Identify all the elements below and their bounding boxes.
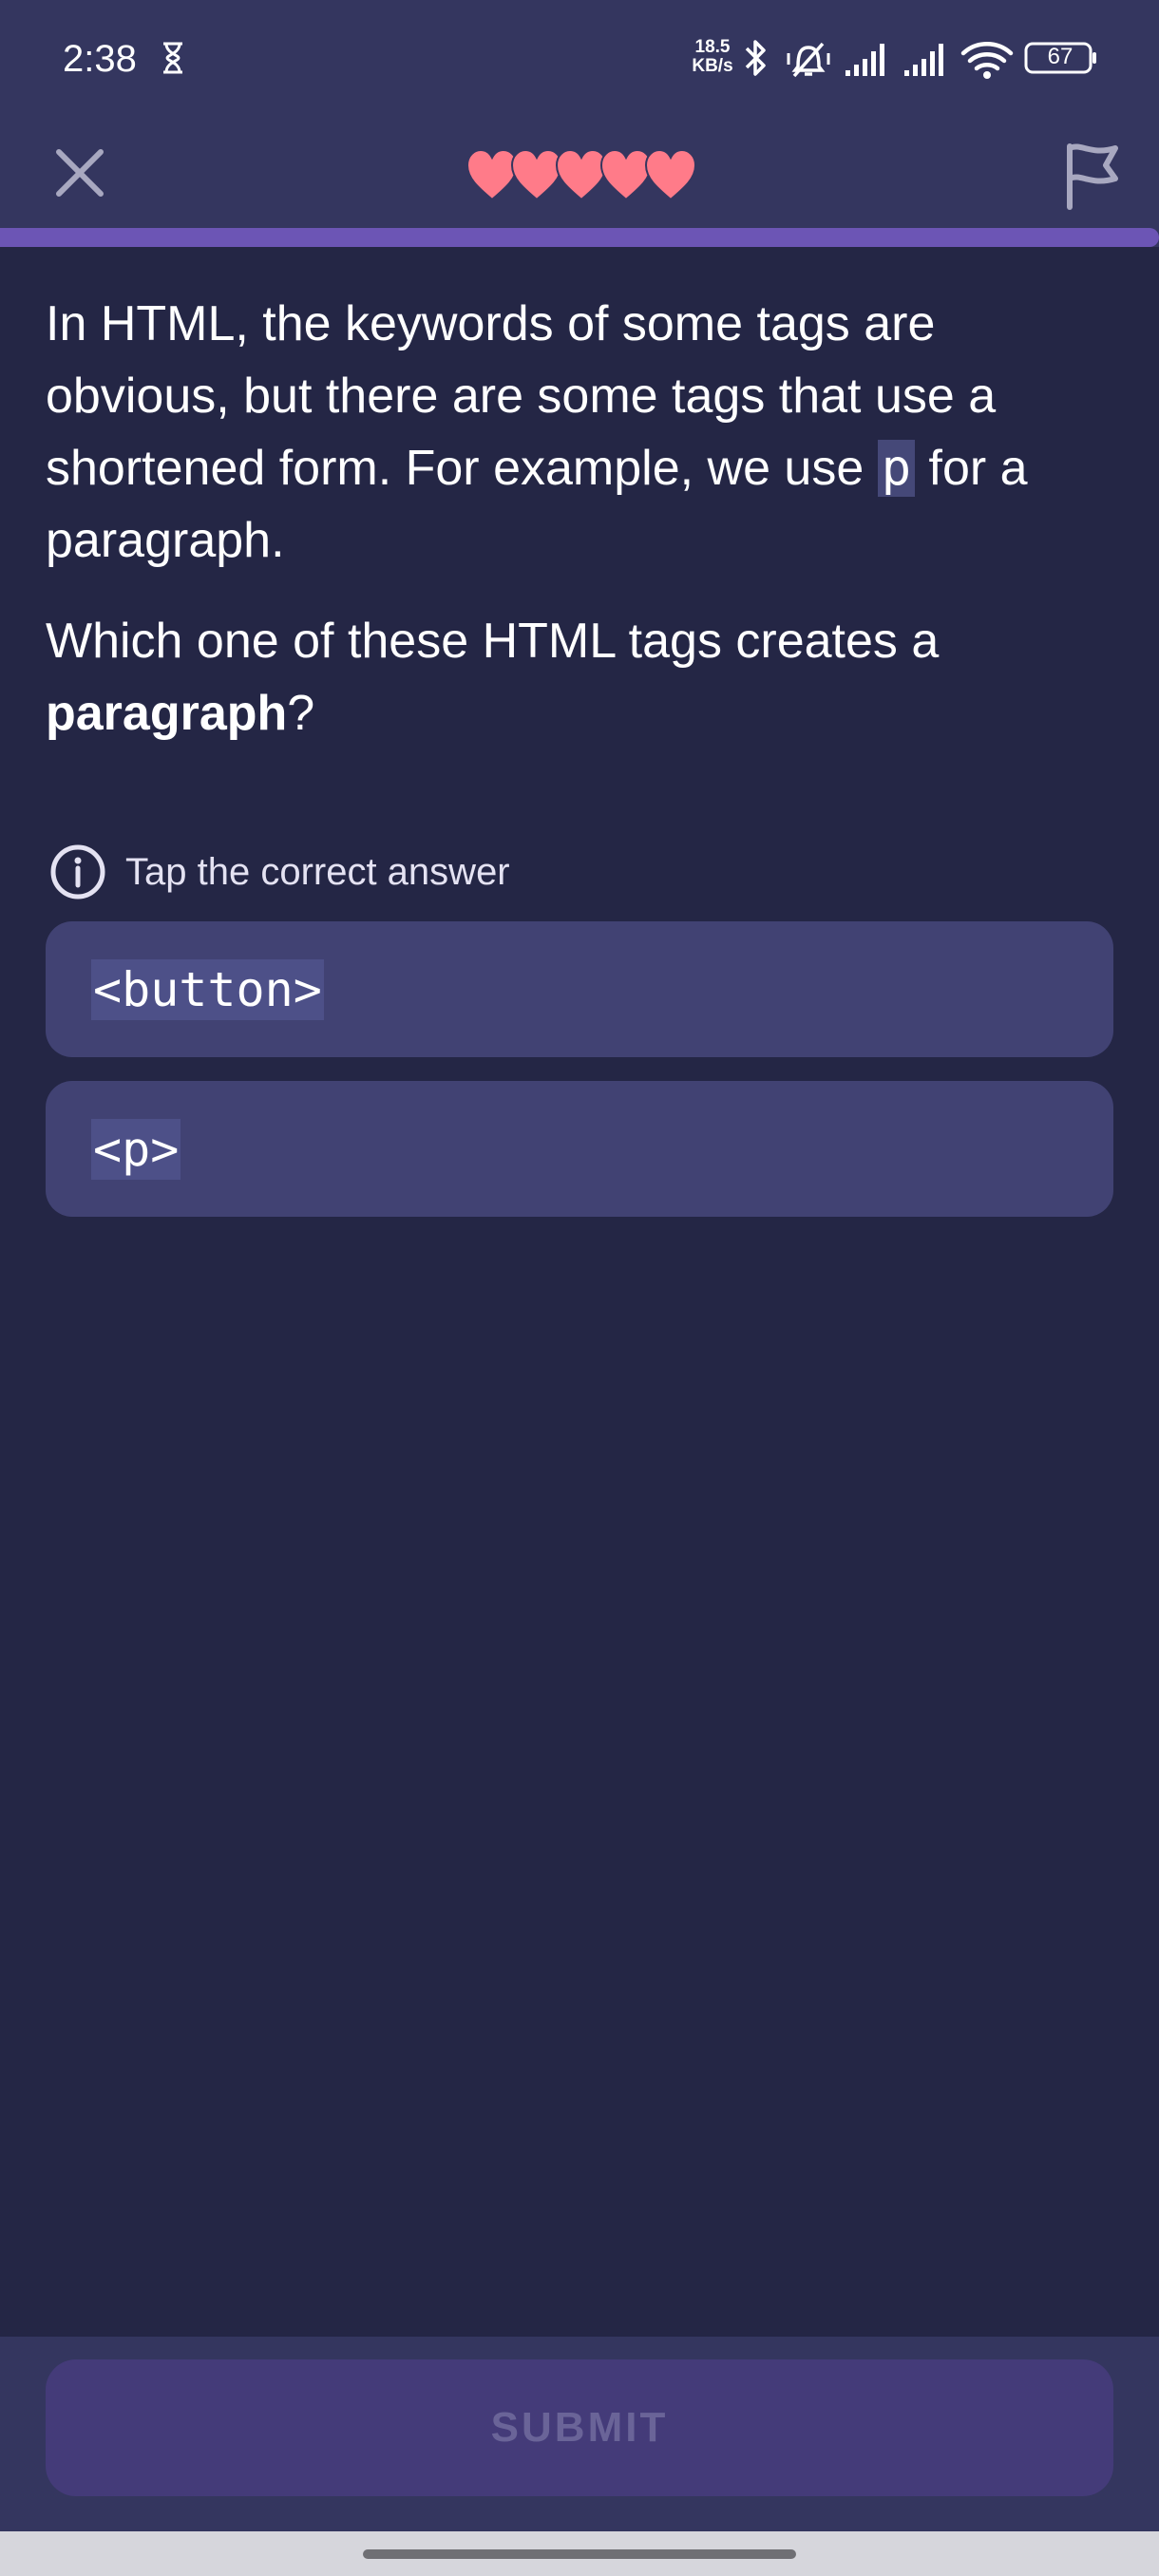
wifi-icon	[960, 42, 1014, 79]
status-time: 2:38	[63, 38, 137, 80]
question-prompt: Which one of these HTML tags creates a p…	[46, 605, 1119, 749]
network-speed-value: 18.5	[694, 37, 731, 57]
question-intro-text: In HTML, the keywords of some tags are o…	[46, 296, 997, 496]
question-prompt-end: ?	[287, 686, 315, 741]
flag-icon[interactable]	[1062, 142, 1123, 211]
heart-icon	[644, 148, 695, 201]
question-intro: In HTML, the keywords of some tags are o…	[46, 288, 1119, 577]
inline-code: p	[877, 440, 916, 497]
status-bar: 2:38 18.5 KB/s 67	[0, 0, 1159, 119]
submit-button[interactable]: SUBMIT	[46, 2359, 1113, 2496]
battery-level: 67	[1047, 44, 1074, 69]
close-icon[interactable]	[49, 142, 110, 203]
signal-icon	[846, 44, 884, 76]
heart-icon	[467, 148, 519, 201]
question-keyword: paragraph	[46, 686, 288, 741]
info-icon	[50, 844, 105, 900]
bluetooth-icon	[745, 40, 766, 76]
heart-icon	[599, 148, 653, 201]
answer-option-p[interactable]: <p>	[46, 1081, 1113, 1217]
network-speed-unit: KB/s	[692, 56, 733, 76]
signal-icon	[904, 44, 943, 76]
hourglass-icon	[163, 42, 182, 74]
answer-option-label: <p>	[91, 1119, 181, 1180]
hint-text: Tap the correct answer	[125, 851, 510, 893]
mute-icon	[787, 42, 830, 78]
home-indicator[interactable]	[363, 2549, 796, 2559]
question-prompt-text: Which one of these HTML tags creates a	[46, 614, 940, 669]
lesson-progress-fill	[0, 228, 1159, 247]
network-speed: 18.5 KB/s	[690, 38, 735, 76]
heart-icon	[555, 148, 608, 201]
question-text: In HTML, the keywords of some tags are o…	[46, 288, 1119, 749]
heart-icon	[510, 148, 563, 201]
lesson-progress-bar	[0, 228, 1159, 247]
answer-option-label: <button>	[91, 959, 324, 1020]
answer-option-button[interactable]: <button>	[46, 921, 1113, 1057]
lives-hearts	[467, 148, 695, 201]
